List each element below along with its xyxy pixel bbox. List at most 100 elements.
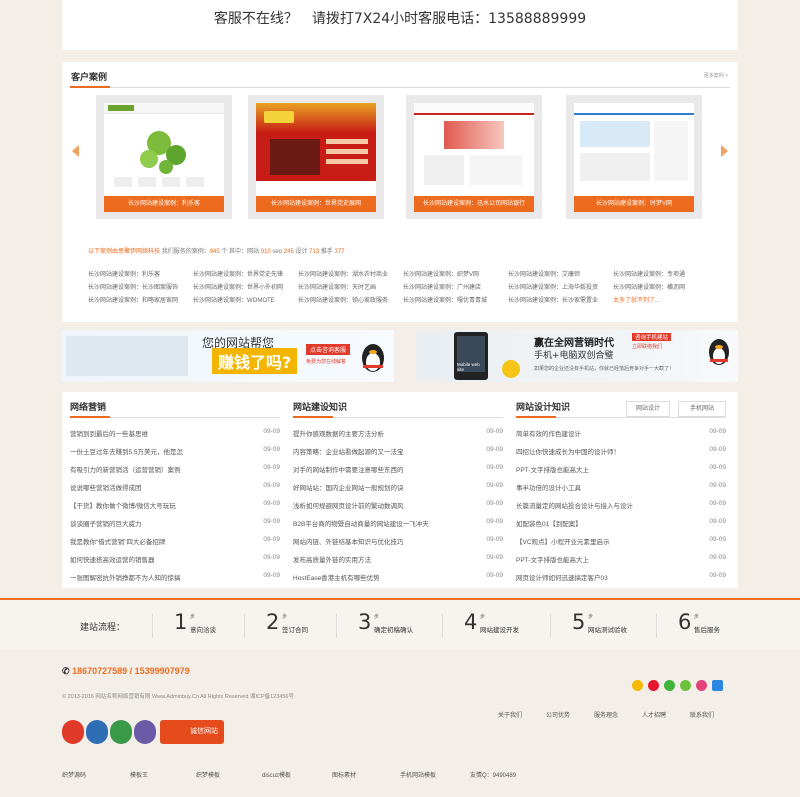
news-title[interactable]: 一份土豆过年去赚到5.5万美元，他是怎 [70, 446, 240, 456]
honest-site-badge[interactable]: 诚信网站 [160, 720, 224, 744]
news-title[interactable]: 发布高质量外链的实用方法 [293, 554, 463, 564]
case-thumb[interactable]: 长沙网站建设案例：时梦V网 [566, 95, 702, 219]
wechat-icon[interactable] [664, 680, 675, 691]
footer-link-advantage[interactable]: 公司优势 [546, 710, 570, 719]
news-title[interactable]: HostEase香港主机有哪些优势 [293, 572, 463, 582]
case-link[interactable]: 长沙网站建设案例：世界小外初网 [193, 282, 283, 291]
news-row[interactable]: PPT-文字排版也能高大上 09-09 [516, 554, 726, 566]
weibo-icon[interactable] [648, 680, 659, 691]
friend-link[interactable]: 织梦源码 [62, 770, 86, 779]
news-title[interactable]: 如配装色01【到配案】 [516, 518, 686, 528]
qzone-star-icon[interactable] [632, 680, 643, 691]
news-row[interactable]: 内容策略：企业站看做起源的又一法宝 09-09 [293, 446, 503, 458]
news-row[interactable]: 事半功倍的设计小工具 09-09 [516, 482, 726, 494]
news-row[interactable]: 网页设计师如何迅速搞定客户03 09-09 [516, 572, 726, 584]
friends-icon[interactable] [680, 680, 691, 691]
news-title[interactable]: 浅析如何规避网页设计前的繁动数调风 [293, 500, 463, 510]
news-row[interactable]: 发布高质量外链的实用方法 09-09 [293, 554, 503, 566]
banner-earn-money[interactable]: 您的网站帮您 赚钱了吗? 点击咨询客服 免费为您在线解答 [62, 330, 394, 382]
more-cases-link[interactable]: 更多案例 > [704, 72, 728, 79]
news-title[interactable]: 简单有效的作色建设计 [516, 428, 686, 438]
case-link[interactable]: 长沙网站建设案例：长沙图案服饰 [88, 282, 178, 291]
carousel-prev-icon[interactable] [72, 145, 79, 157]
news-row[interactable]: 我是教你“借式营销”四大必备招牌 09-09 [70, 536, 280, 548]
news-row[interactable]: 如何快速搭高效运营的销售器 09-09 [70, 554, 280, 566]
news-title[interactable]: 谈谈圈子营销的巨大威力 [70, 518, 240, 528]
news-row[interactable]: B2B平台商的物暨自动商量的网站建设一飞冲天 09-09 [293, 518, 503, 530]
case-link[interactable]: 长沙网站建设案例：广州建店 [403, 282, 481, 291]
footer-link-jobs[interactable]: 人才招聘 [642, 710, 666, 719]
news-row[interactable]: 如配装色01【到配案】 09-09 [516, 518, 726, 530]
news-row[interactable]: 四招让你快速成长为中国的设计师！ 09-09 [516, 446, 726, 458]
news-title[interactable]: 长篇流量定的网站投合设计与接入与设计 [516, 500, 686, 510]
news-row[interactable]: 一张图解密抗外销挣都不为人知的惊搞 09-09 [70, 572, 280, 584]
case-link[interactable]: 长沙网站建设案例：锁心家政服务 [298, 295, 388, 304]
news-title[interactable]: 对手的网站制作中需要注意哪些东西的 [293, 464, 463, 474]
case-link[interactable]: 长沙网站建设案例：WOMOTE [193, 295, 275, 304]
news-row[interactable]: 有吸引力的新营销活（运营营销）案例 09-09 [70, 464, 280, 476]
stats-intro-link[interactable]: 以下案例由思聚伊网络科技 [88, 249, 160, 255]
case-thumb[interactable]: 长沙网站建设案例：世界党史展网 [248, 95, 384, 219]
news-row[interactable]: 长篇流量定的网站投合设计与接入与设计 09-09 [516, 500, 726, 512]
friend-link[interactable]: 模板王 [130, 770, 148, 779]
news-row[interactable]: HostEase香港主机有哪些优势 09-09 [293, 572, 503, 584]
news-title[interactable]: 营销到到最后的一些基思维 [70, 428, 240, 438]
credit-badge-icon[interactable] [110, 720, 132, 744]
case-thumb[interactable]: 长沙网站建设案例：利乐客 [96, 95, 232, 219]
friend-link[interactable]: discuz模板 [262, 770, 291, 779]
news-title[interactable]: 【VC观点】小程开业元素里启示 [516, 536, 686, 546]
news-row[interactable]: 提升你感观数据的主要方法分析 09-09 [293, 428, 503, 440]
renren-icon[interactable] [696, 680, 707, 691]
news-row[interactable]: 一份土豆过年去赚到5.5万美元，他是怎 09-09 [70, 446, 280, 458]
carousel-next-icon[interactable] [721, 145, 728, 157]
case-link[interactable]: 长沙网站建设案例：艾康师 [508, 269, 580, 278]
news-title[interactable]: 有吸引力的新营销活（运营营销）案例 [70, 464, 240, 474]
case-link[interactable]: 长沙网站建设案例：和略家居家网 [88, 295, 178, 304]
friend-link[interactable]: 图标素材 [332, 770, 356, 779]
tab-web-design[interactable]: 网站设计 [626, 401, 670, 417]
case-link[interactable]: 长沙网站建设案例：利乐客 [88, 269, 160, 278]
news-row[interactable]: 对手的网站制作中需要注意哪些东西的 09-09 [293, 464, 503, 476]
case-link[interactable]: 长沙网站建设案例：世界党史先锋 [193, 269, 283, 278]
banner-mobile-site[interactable]: Mobile web site 赢在全网营销时代 手机+电脑双创合璧 咨询手机建… [416, 330, 738, 382]
news-row[interactable]: 浅析如何规避网页设计前的繁动数调风 09-09 [293, 500, 503, 512]
news-title[interactable]: 说说哪些营销活做得成团 [70, 482, 240, 492]
friend-link[interactable]: 友情Q：9490489 [470, 770, 516, 779]
news-title[interactable]: 提升你感观数据的主要方法分析 [293, 428, 463, 438]
news-row[interactable]: 好网站站：国内企业网站一般规划的诀 09-09 [293, 482, 503, 494]
news-title[interactable]: 如何快速搭高效运营的销售器 [70, 554, 240, 564]
news-title[interactable]: 网站内链、外链结基本知识与优化技巧 [293, 536, 463, 546]
share-icon[interactable] [712, 680, 723, 691]
case-link[interactable]: 长沙网站建设案例：上海华毅投资 [508, 282, 598, 291]
news-title[interactable]: 我是教你“借式营销”四大必备招牌 [70, 536, 240, 546]
case-thumb[interactable]: 长沙网站建设案例：迅水公司网站银行 [406, 95, 542, 219]
news-title[interactable]: 【干货】教你做个微博/微信大号玩玩 [70, 500, 240, 510]
friend-link[interactable]: 手机网站模板 [400, 770, 436, 779]
news-title[interactable]: PPT-文字排版也能高大上 [516, 554, 686, 564]
news-title[interactable]: PPT-文字排版也能高大上 [516, 464, 686, 474]
security-badge-icon[interactable] [134, 720, 156, 744]
cert-badge-icon[interactable] [86, 720, 108, 744]
news-row[interactable]: 简单有效的作色建设计 09-09 [516, 428, 726, 440]
case-link[interactable]: 长沙网站建设案例：湖水农村商业 [298, 269, 388, 278]
footer-link-philosophy[interactable]: 服务理念 [594, 710, 618, 719]
news-row[interactable]: PPT-文字排版也能高大上 09-09 [516, 464, 726, 476]
news-title[interactable]: 内容策略：企业站看做起源的又一法宝 [293, 446, 463, 456]
news-title[interactable]: 网页设计师如何迅速搞定客户03 [516, 572, 686, 582]
news-row[interactable]: 谈谈圈子营销的巨大威力 09-09 [70, 518, 280, 530]
news-title[interactable]: 一张图解密抗外销挣都不为人知的惊搞 [70, 572, 240, 582]
news-row[interactable]: 营销到到最后的一些基思维 09-09 [70, 428, 280, 440]
news-row[interactable]: 网站内链、外链结基本知识与优化技巧 09-09 [293, 536, 503, 548]
case-link[interactable]: 长沙网站建设案例：长沙家需置业 [508, 295, 598, 304]
case-link[interactable]: 长沙网站建设案例：横沥网 [613, 282, 685, 291]
case-link[interactable]: 长沙网站建设案例：织梦V网 [403, 269, 479, 278]
news-title[interactable]: B2B平台商的物暨自动商量的网站建设一飞冲天 [293, 518, 463, 528]
case-link[interactable]: 长沙网站建设案例：嘎优青青城 [403, 295, 487, 304]
news-title[interactable]: 好网站站：国内企业网站一般规划的诀 [293, 482, 463, 492]
news-row[interactable]: 【干货】教你做个微博/微信大号玩玩 09-09 [70, 500, 280, 512]
news-title[interactable]: 事半功倍的设计小工具 [516, 482, 686, 492]
case-link-more[interactable]: 太多了就不列了... [613, 295, 660, 304]
footer-link-contact[interactable]: 联系我们 [690, 710, 714, 719]
news-title[interactable]: 四招让你快速成长为中国的设计师！ [516, 446, 686, 456]
tab-mobile-site[interactable]: 手机网站 [678, 401, 726, 417]
